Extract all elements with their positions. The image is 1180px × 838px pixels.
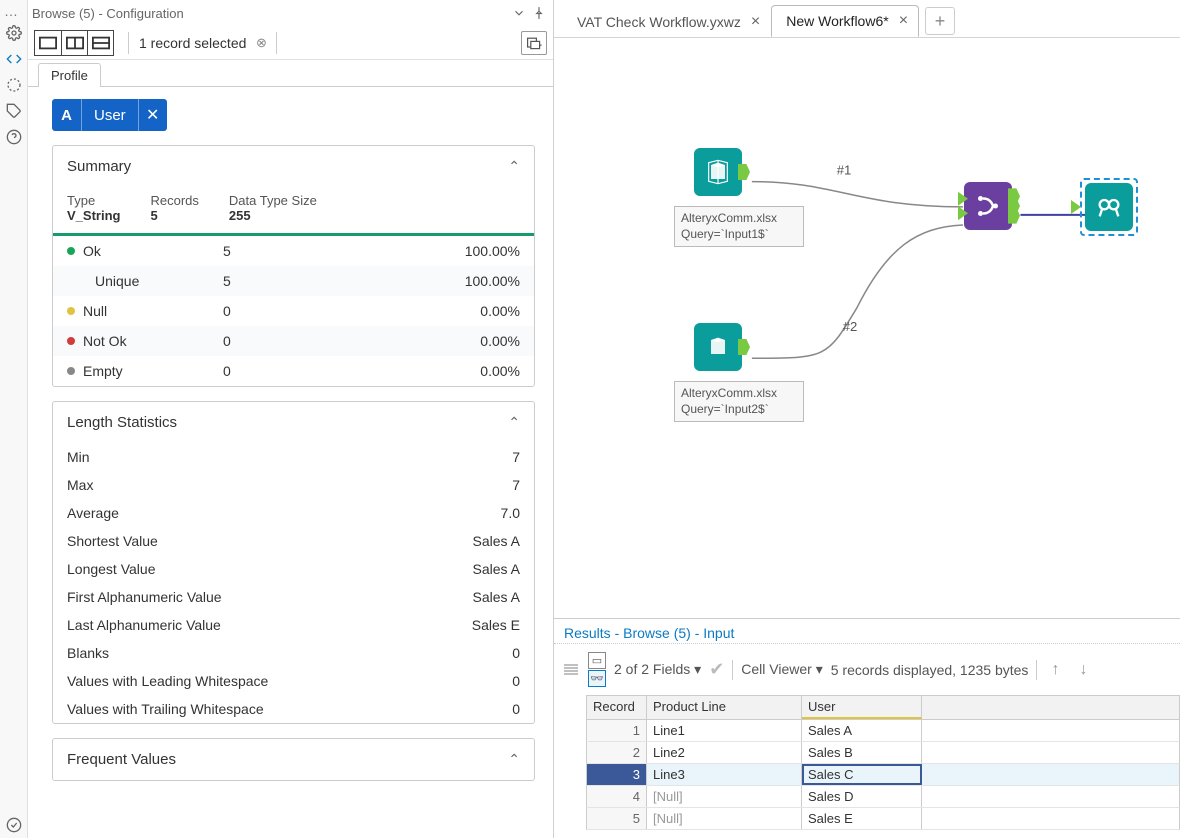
canvas-column: VAT Check Workflow.yxwz×New Workflow6*× …: [554, 0, 1180, 838]
input-label-2: AlteryxComm.xlsx Query=`Input2$`: [674, 381, 804, 422]
results-title: Results - Browse (5) - Input: [554, 619, 1180, 644]
frequent-values-card: Frequent Values ⌃: [52, 738, 535, 781]
join-tool[interactable]: [964, 182, 1012, 230]
left-icon-rail: …: [0, 0, 28, 838]
layout-horizontal-icon[interactable]: ▭: [588, 652, 606, 669]
config-toolbar: 1 record selected ⊗: [28, 26, 553, 60]
rail-dots: …: [0, 2, 27, 20]
input-label-1: AlteryxComm.xlsx Query=`Input1$`: [674, 206, 804, 247]
field-type-icon: A: [52, 99, 82, 131]
edge-label-1: #1: [837, 163, 852, 178]
grip-icon[interactable]: [564, 664, 578, 675]
arrow-up-icon[interactable]: ↑: [1045, 660, 1065, 680]
input-tool-2[interactable]: [694, 323, 742, 371]
gear-icon[interactable]: [0, 20, 28, 46]
table-row[interactable]: 4[Null]Sales D: [586, 786, 1180, 808]
table-row[interactable]: 1Line1Sales A: [586, 720, 1180, 742]
binoculars-icon[interactable]: 👓: [588, 670, 606, 687]
col-record[interactable]: Record: [587, 696, 647, 719]
config-panel-title: Browse (5) - Configuration: [32, 6, 509, 21]
stat-row: Values with Trailing Whitespace0: [53, 695, 534, 723]
stat-row: Shortest ValueSales A: [53, 527, 534, 555]
stat-row: First Alphanumeric ValueSales A: [53, 583, 534, 611]
fields-dropdown[interactable]: 2 of 2 Fields: [614, 661, 701, 678]
tab-profile[interactable]: Profile: [38, 63, 101, 87]
stat-row: Longest ValueSales A: [53, 555, 534, 583]
add-tab-button[interactable]: +: [925, 7, 955, 35]
status-dot-icon: [67, 367, 75, 375]
length-stats-header[interactable]: Length Statistics ⌃: [53, 402, 534, 443]
tag-icon[interactable]: [0, 98, 28, 124]
check-icon[interactable]: ✔: [709, 659, 724, 680]
workflow-canvas[interactable]: #1 #2 AlteryxComm.xlsx Query=`Input1$` A…: [554, 38, 1180, 618]
table-row[interactable]: 5[Null]Sales E: [586, 808, 1180, 830]
profile-scroll-area[interactable]: A User ✕ Summary ⌃ TypeV_String Records5…: [28, 87, 553, 838]
col-user[interactable]: User: [802, 696, 922, 719]
field-name: User: [82, 99, 139, 131]
help-icon[interactable]: [0, 124, 28, 150]
length-stats-card: Length Statistics ⌃ Min7Max7Average7.0Sh…: [52, 401, 535, 724]
stat-row: Max7: [53, 471, 534, 499]
chevron-down-icon[interactable]: [509, 3, 529, 23]
status-dot-icon: [67, 337, 75, 345]
view-single-icon[interactable]: [35, 31, 61, 55]
arrow-down-icon[interactable]: ↓: [1073, 660, 1093, 680]
close-icon[interactable]: ×: [751, 13, 760, 31]
table-row[interactable]: 2Line2Sales B: [586, 742, 1180, 764]
chevron-up-icon: ⌃: [508, 751, 520, 768]
summary-row: Empty00.00%: [53, 356, 534, 386]
configuration-panel: Browse (5) - Configuration 1 record sele…: [28, 0, 554, 838]
results-status: 5 records displayed, 1235 bytes: [831, 662, 1029, 678]
frequent-values-header[interactable]: Frequent Values ⌃: [53, 739, 534, 780]
target-icon[interactable]: [0, 72, 28, 98]
view-split-icon[interactable]: [61, 31, 87, 55]
check-circle-icon[interactable]: [0, 812, 28, 838]
summary-row: Ok5100.00%: [53, 236, 534, 266]
stat-row: Last Alphanumeric ValueSales E: [53, 611, 534, 639]
chevron-up-icon: ⌃: [508, 414, 520, 431]
summary-row: Not Ok00.00%: [53, 326, 534, 356]
browse-tool[interactable]: [1080, 178, 1138, 236]
field-chip: A User ✕: [52, 99, 167, 131]
document-tabbar: VAT Check Workflow.yxwz×New Workflow6*× …: [554, 0, 1180, 38]
stat-row: Blanks0: [53, 639, 534, 667]
record-selected-text: 1 record selected: [139, 35, 246, 51]
export-dropdown-icon[interactable]: [521, 31, 547, 55]
results-panel: Results - Browse (5) - Input ▭ 👓 2 of 2 …: [554, 618, 1180, 838]
cell-viewer-dropdown[interactable]: Cell Viewer: [741, 661, 822, 678]
table-row[interactable]: 3Line3Sales C: [586, 764, 1180, 786]
summary-header[interactable]: Summary ⌃: [53, 146, 534, 187]
results-grid[interactable]: Record Product Line User 1Line1Sales A2L…: [586, 695, 1180, 830]
summary-card: Summary ⌃ TypeV_String Records5 Data Typ…: [52, 145, 535, 387]
document-tab[interactable]: VAT Check Workflow.yxwz×: [562, 5, 771, 37]
status-dot-icon: [67, 247, 75, 255]
document-tab[interactable]: New Workflow6*×: [771, 5, 919, 37]
col-product-line[interactable]: Product Line: [647, 696, 802, 719]
edge-label-2: #2: [843, 319, 858, 334]
code-icon[interactable]: [0, 46, 28, 72]
stat-row: Min7: [53, 443, 534, 471]
summary-row: Null00.00%: [53, 296, 534, 326]
stat-row: Average7.0: [53, 499, 534, 527]
close-icon[interactable]: ×: [899, 12, 908, 30]
pin-icon[interactable]: [529, 3, 549, 23]
chevron-up-icon: ⌃: [508, 158, 520, 175]
status-dot-icon: [67, 307, 75, 315]
close-icon[interactable]: ✕: [139, 99, 167, 131]
input-tool-1[interactable]: [694, 148, 742, 196]
stat-row: Values with Leading Whitespace0: [53, 667, 534, 695]
summary-row: Unique5100.00%: [53, 266, 534, 296]
view-stack-icon[interactable]: [87, 31, 113, 55]
clear-selection-icon[interactable]: ⊗: [252, 34, 270, 52]
